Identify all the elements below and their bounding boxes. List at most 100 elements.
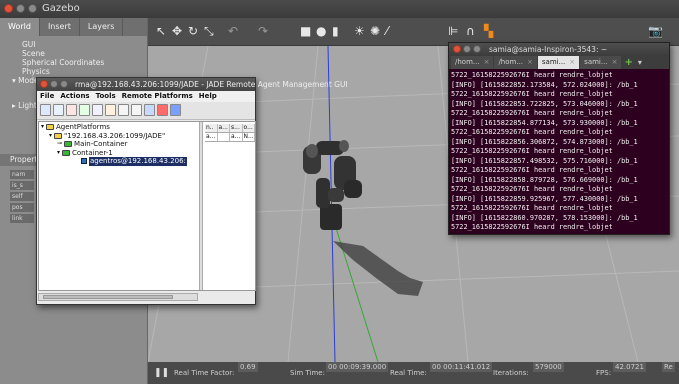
terminal-line: 5722_1615822592676I heard rendre_lobjet: [451, 90, 613, 98]
world-tree-item[interactable]: Spherical Coordinates: [6, 58, 141, 67]
expand-arrow-icon[interactable]: ▾: [41, 123, 44, 132]
split-pane-divider[interactable]: [199, 122, 203, 290]
close-icon[interactable]: [4, 4, 13, 13]
menu-tools[interactable]: Tools: [96, 91, 116, 102]
table-header[interactable]: a...: [218, 124, 230, 132]
world-tree-item[interactable]: Scene: [6, 49, 141, 58]
real-time-value: 00 00:11:41.012: [430, 362, 493, 372]
rtf-label: Real Time Factor:: [174, 369, 235, 377]
align-icon[interactable]: ⊫: [448, 24, 458, 38]
minimize-icon[interactable]: [463, 45, 471, 53]
tab-menu-icon[interactable]: ▾: [636, 56, 644, 69]
sniffer-icon[interactable]: [118, 104, 129, 116]
clone-icon[interactable]: [105, 104, 116, 116]
maximize-icon[interactable]: [28, 4, 37, 13]
tab-world[interactable]: World: [0, 18, 40, 36]
sim-time-label: Sim Time:: [290, 369, 325, 377]
tab-layers[interactable]: Layers: [80, 18, 124, 36]
terminal-tab[interactable]: /hom... ×: [451, 56, 494, 69]
minimize-icon[interactable]: [50, 80, 58, 88]
migrate-icon[interactable]: [92, 104, 103, 116]
redo-icon[interactable]: ↷: [258, 24, 268, 38]
undo-icon[interactable]: ↶: [228, 24, 238, 38]
maximize-icon[interactable]: [60, 80, 68, 88]
suspend-icon[interactable]: [66, 104, 77, 116]
scale-icon[interactable]: ⤡: [204, 24, 214, 38]
pause-icon[interactable]: ❚❚: [154, 362, 169, 384]
close-tab-icon[interactable]: ×: [484, 56, 490, 69]
menu-help[interactable]: Help: [199, 91, 217, 102]
terminal-tab-active[interactable]: sami... ×: [537, 56, 580, 69]
new-tab-icon[interactable]: +: [622, 56, 634, 69]
menu-file[interactable]: File: [40, 91, 54, 102]
terminal-output[interactable]: 5722_1615822592676I heard rendre_lobjet[…: [449, 69, 669, 233]
robot-arm: [303, 140, 362, 230]
expand-arrow-icon[interactable]: ⊸: [57, 140, 62, 149]
tree-container-1[interactable]: ▾ Container-1: [41, 149, 197, 158]
menu-remote-platforms[interactable]: Remote Platforms: [122, 91, 193, 102]
table-row[interactable]: a... a... N...: [205, 133, 255, 142]
folder-icon: [54, 132, 63, 139]
close-icon[interactable]: [40, 80, 48, 88]
iterations-label: Iterations:: [493, 369, 529, 377]
directional-light-icon[interactable]: ⁄: [386, 24, 388, 38]
property-row[interactable]: pos: [10, 203, 34, 212]
dummy-agent-icon[interactable]: [131, 104, 142, 116]
world-tree-item[interactable]: Physics: [6, 67, 141, 76]
fps-value: 42.0721: [613, 362, 646, 372]
camera-icon[interactable]: 📷: [648, 24, 663, 38]
introspector-icon[interactable]: [144, 104, 155, 116]
minimize-icon[interactable]: [16, 4, 25, 13]
reset-button[interactable]: Re: [662, 362, 675, 372]
close-icon[interactable]: [453, 45, 461, 53]
iterations-value: 579000: [533, 362, 564, 372]
world-tree-item[interactable]: GUI: [6, 40, 141, 49]
rotate-icon[interactable]: ↻: [188, 24, 198, 38]
spot-light-icon[interactable]: ✺: [370, 24, 380, 38]
expand-arrow-icon[interactable]: ▾: [49, 132, 52, 141]
jade-toolbar: [37, 102, 255, 120]
horizontal-scrollbar[interactable]: [38, 293, 198, 301]
close-tab-icon[interactable]: ×: [612, 56, 618, 69]
scrollbar-thumb[interactable]: [43, 295, 173, 299]
cylinder-icon[interactable]: ▮: [332, 24, 339, 38]
kill-agent-icon[interactable]: [53, 104, 64, 116]
tab-insert[interactable]: Insert: [40, 18, 80, 36]
property-row[interactable]: nam: [10, 170, 34, 179]
tree-main-container[interactable]: ⊸ Main-Container: [41, 140, 197, 149]
maximize-icon[interactable]: [473, 45, 481, 53]
property-row[interactable]: self: [10, 192, 34, 201]
log-manager-icon[interactable]: [157, 104, 168, 116]
property-row[interactable]: is_s: [10, 181, 34, 190]
table-header[interactable]: s...: [230, 124, 243, 132]
resume-icon[interactable]: [79, 104, 90, 116]
df-gui-icon[interactable]: [170, 104, 181, 116]
point-light-icon[interactable]: ☀: [354, 24, 365, 38]
table-header[interactable]: o...: [243, 124, 255, 132]
jade-window-title: rma@192.168.43.206:1099/JADE - JADE Remo…: [75, 80, 348, 89]
sphere-icon[interactable]: ●: [316, 24, 326, 38]
box-icon[interactable]: ■: [300, 24, 311, 38]
expand-arrow-icon[interactable]: ▾: [57, 149, 60, 158]
snap-icon[interactable]: ▚: [484, 24, 493, 38]
terminal-line: [INFO] [1615822858.879728, 576.669000]: …: [451, 175, 638, 184]
gazebo-titlebar: Gazebo: [0, 0, 679, 18]
tree-root[interactable]: ▾ AgentPlatforms: [41, 123, 197, 132]
robot-shadow: [333, 241, 423, 296]
new-agent-icon[interactable]: [40, 104, 51, 116]
terminal-line: [INFO] [1615822857.498532, 575.716000]: …: [451, 156, 638, 165]
close-tab-icon[interactable]: ×: [569, 56, 575, 69]
tree-agent[interactable]: agentros@192.168.43.206:: [41, 157, 197, 166]
terminal-tab[interactable]: /hom... ×: [494, 56, 537, 69]
translate-icon[interactable]: ✥: [172, 24, 182, 38]
select-arrow-icon[interactable]: ↖: [156, 24, 166, 38]
close-tab-icon[interactable]: ×: [527, 56, 533, 69]
menu-actions[interactable]: Actions: [60, 91, 89, 102]
terminal-line: 5722_1615822592676I heard rendre_lobjet: [451, 185, 613, 193]
jade-body: ▾ AgentPlatforms ▾ "192.168.43.206:1099/…: [38, 121, 256, 291]
table-header[interactable]: n..: [205, 124, 218, 132]
terminal-tab[interactable]: sami... ×: [580, 56, 622, 69]
tree-platform[interactable]: ▾ "192.168.43.206:1099/JADE": [41, 132, 197, 141]
property-row[interactable]: link: [10, 214, 34, 223]
snap-icon[interactable]: ∩: [466, 24, 475, 38]
